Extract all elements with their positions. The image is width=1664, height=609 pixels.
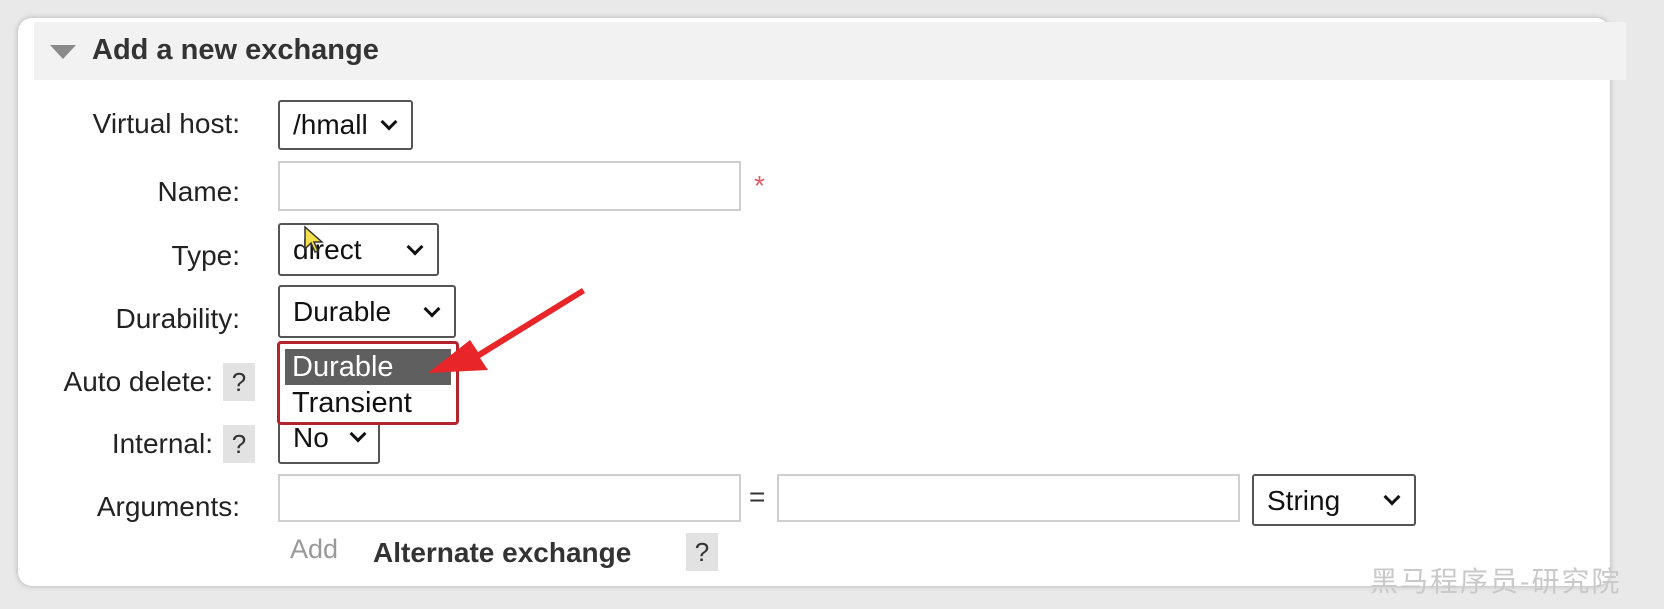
internal-label: Internal: — [111, 428, 213, 459]
argument-value-input[interactable] — [777, 474, 1240, 522]
virtual-host-value: /hmall — [293, 109, 368, 140]
watermark: 黑马程序员-研究院 — [1370, 565, 1622, 598]
virtual-host-select[interactable]: /hmall — [278, 100, 413, 150]
internal-help-icon[interactable]: ? — [223, 425, 255, 463]
durability-value: Durable — [293, 296, 392, 327]
required-mark: * — [754, 170, 765, 201]
durability-option-durable[interactable]: Durable — [285, 349, 451, 385]
name-label: Name: — [157, 176, 240, 207]
chevron-down-icon — [423, 300, 441, 317]
mouse-cursor-icon — [304, 225, 324, 253]
argument-type-select[interactable]: String — [1252, 474, 1416, 526]
chevron-down-icon — [349, 425, 367, 443]
durability-label: Durability: — [115, 303, 240, 334]
collapse-triangle-icon[interactable] — [50, 45, 76, 59]
durability-option-transient[interactable]: Transient — [285, 385, 451, 421]
alternate-exchange-help-icon[interactable]: ? — [686, 533, 718, 571]
chevron-down-icon — [406, 238, 424, 255]
add-argument-link[interactable]: Add — [290, 534, 338, 565]
equals-sign: = — [749, 481, 766, 512]
auto-delete-help-icon[interactable]: ? — [223, 363, 255, 401]
durability-select[interactable]: Durable — [278, 285, 456, 338]
chevron-down-icon — [1383, 488, 1401, 506]
argument-key-input[interactable] — [278, 474, 741, 522]
alternate-exchange-label: Alternate exchange — [373, 537, 632, 568]
argument-type-value: String — [1267, 485, 1341, 516]
section-title: Add a new exchange — [92, 34, 379, 66]
name-input[interactable] — [278, 161, 741, 211]
type-label: Type: — [171, 240, 240, 271]
virtual-host-label: Virtual host: — [92, 108, 240, 139]
internal-value: No — [293, 422, 329, 453]
auto-delete-label: Auto delete: — [63, 366, 213, 397]
durability-dropdown-list: Durable Transient — [277, 341, 459, 425]
arguments-label: Arguments: — [96, 491, 240, 522]
chevron-down-icon — [380, 113, 398, 131]
